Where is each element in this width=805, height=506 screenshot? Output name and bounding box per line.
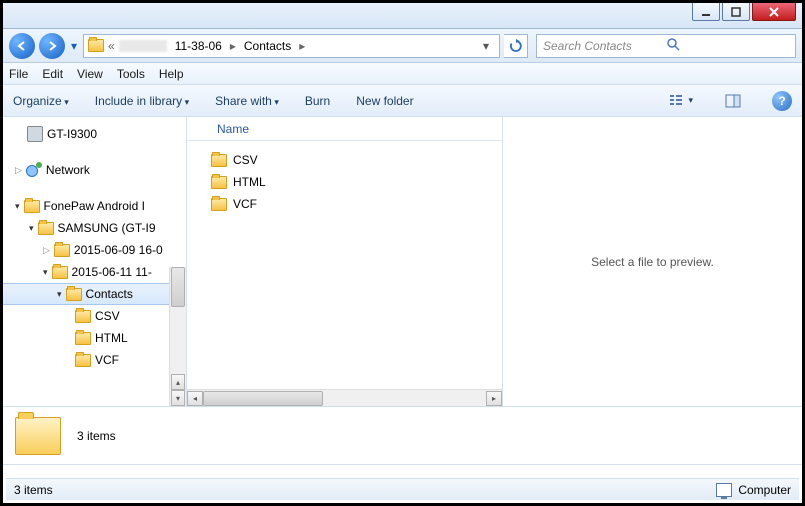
item-label: HTML <box>233 175 266 189</box>
scrollbar-thumb[interactable] <box>203 391 323 406</box>
navigation-bar: ▾ « 11-38-06 ▸ Contacts ▸ ▾ Search Conta… <box>3 29 802 63</box>
menu-help[interactable]: Help <box>159 67 184 81</box>
tree-item-device[interactable]: GT-I9300 <box>3 123 186 145</box>
tree-item-date1[interactable]: ▷ 2015-06-09 16-0 <box>3 239 186 261</box>
preview-pane-button[interactable] <box>720 90 746 112</box>
menu-bar: File Edit View Tools Help <box>3 63 802 85</box>
new-folder-button[interactable]: New folder <box>356 94 413 108</box>
tree-item-samsung[interactable]: ▾ SAMSUNG (GT-I9 <box>3 217 186 239</box>
menu-edit[interactable]: Edit <box>42 67 63 81</box>
item-label: CSV <box>233 153 258 167</box>
include-in-library-button[interactable]: Include in library <box>95 94 189 108</box>
folder-icon <box>211 198 227 211</box>
tree-label: 2015-06-09 16-0 <box>74 243 163 257</box>
organize-button[interactable]: Organize <box>13 94 69 108</box>
forward-button[interactable] <box>39 33 65 59</box>
folder-icon <box>88 39 104 52</box>
window-titlebar <box>3 3 802 29</box>
computer-icon <box>716 483 732 497</box>
file-list: Name CSV HTML VCF ◂ ▸ <box>187 117 503 406</box>
menu-file[interactable]: File <box>9 67 28 81</box>
folder-icon <box>75 332 91 345</box>
folder-icon <box>211 154 227 167</box>
folder-icon <box>75 310 91 323</box>
history-dropdown[interactable]: ▾ <box>69 39 79 53</box>
command-toolbar: Organize Include in library Share with B… <box>3 85 802 117</box>
folder-large-icon <box>15 417 61 455</box>
list-item[interactable]: VCF <box>211 193 502 215</box>
scroll-right-button[interactable]: ▸ <box>486 391 502 406</box>
scroll-up-button[interactable]: ▴ <box>171 374 185 390</box>
folder-icon <box>75 354 91 367</box>
breadcrumb-seg2[interactable]: Contacts <box>240 37 295 55</box>
status-bar: 3 items Computer <box>6 478 799 500</box>
tree-scrollbar[interactable]: ▴ ▾ <box>169 267 186 406</box>
tree-item-network[interactable]: ▷ Network <box>3 159 186 181</box>
breadcrumb-seg1[interactable]: 11-38-06 <box>171 37 226 55</box>
folder-icon <box>54 244 70 257</box>
burn-button[interactable]: Burn <box>305 94 330 108</box>
maximize-button[interactable] <box>722 3 750 21</box>
search-input[interactable]: Search Contacts <box>536 34 796 58</box>
horizontal-scrollbar[interactable]: ◂ ▸ <box>187 389 502 406</box>
scroll-down-button[interactable]: ▾ <box>171 390 185 406</box>
main-area: GT-I9300 ▷ Network ▾ FonePaw Android I ▾… <box>3 117 802 407</box>
minimize-button[interactable] <box>692 3 720 21</box>
device-icon <box>27 126 43 142</box>
tree-label: FonePaw Android I <box>44 199 145 213</box>
tree-label: GT-I9300 <box>47 127 97 141</box>
column-header-name[interactable]: Name <box>187 117 502 141</box>
breadcrumb-redacted <box>119 40 167 52</box>
tree-item-csv[interactable]: CSV <box>3 305 186 327</box>
tree-label: Contacts <box>86 287 133 301</box>
address-dropdown[interactable]: ▾ <box>477 39 495 53</box>
tree-item-html[interactable]: HTML <box>3 327 186 349</box>
close-button[interactable] <box>752 3 796 21</box>
folder-icon <box>24 200 40 213</box>
share-with-button[interactable]: Share with <box>215 94 279 108</box>
folder-icon <box>211 176 227 189</box>
address-bar[interactable]: « 11-38-06 ▸ Contacts ▸ ▾ <box>83 34 500 58</box>
tree-item-contacts[interactable]: ▾ Contacts <box>3 283 186 305</box>
menu-tools[interactable]: Tools <box>117 67 145 81</box>
tree-item-date2[interactable]: ▾ 2015-06-11 11- <box>3 261 186 283</box>
status-right: Computer <box>738 483 791 497</box>
folder-icon <box>38 222 54 235</box>
item-count: 3 items <box>77 429 116 443</box>
network-icon <box>26 162 42 178</box>
tree-label: HTML <box>95 331 128 345</box>
navigation-tree: GT-I9300 ▷ Network ▾ FonePaw Android I ▾… <box>3 117 187 406</box>
search-placeholder: Search Contacts <box>543 39 666 53</box>
preview-message: Select a file to preview. <box>591 255 714 269</box>
status-left: 3 items <box>14 483 53 497</box>
tree-label: Network <box>46 163 90 177</box>
tree-label: 2015-06-11 11- <box>72 265 152 279</box>
scroll-left-button[interactable]: ◂ <box>187 391 203 406</box>
tree-label: CSV <box>95 309 120 323</box>
tree-item-vcf[interactable]: VCF <box>3 349 186 371</box>
help-button[interactable]: ? <box>772 91 792 111</box>
tree-item-fonepaw[interactable]: ▾ FonePaw Android I <box>3 195 186 217</box>
folder-icon <box>52 266 68 279</box>
tree-label: SAMSUNG (GT-I9 <box>58 221 156 235</box>
scrollbar-thumb[interactable] <box>171 267 185 307</box>
item-label: VCF <box>233 197 257 211</box>
list-item[interactable]: HTML <box>211 171 502 193</box>
preview-pane: Select a file to preview. <box>503 117 802 406</box>
refresh-button[interactable] <box>504 34 528 58</box>
list-item[interactable]: CSV <box>211 149 502 171</box>
search-icon <box>666 37 789 54</box>
breadcrumb-prefix: « <box>108 39 115 53</box>
back-button[interactable] <box>9 33 35 59</box>
view-options-button[interactable]: ▾ <box>668 90 694 112</box>
chevron-right-icon: ▸ <box>299 39 305 53</box>
menu-view[interactable]: View <box>77 67 103 81</box>
folder-icon <box>66 288 82 301</box>
details-pane: 3 items <box>3 407 802 465</box>
tree-label: VCF <box>95 353 119 367</box>
chevron-right-icon: ▸ <box>230 39 236 53</box>
